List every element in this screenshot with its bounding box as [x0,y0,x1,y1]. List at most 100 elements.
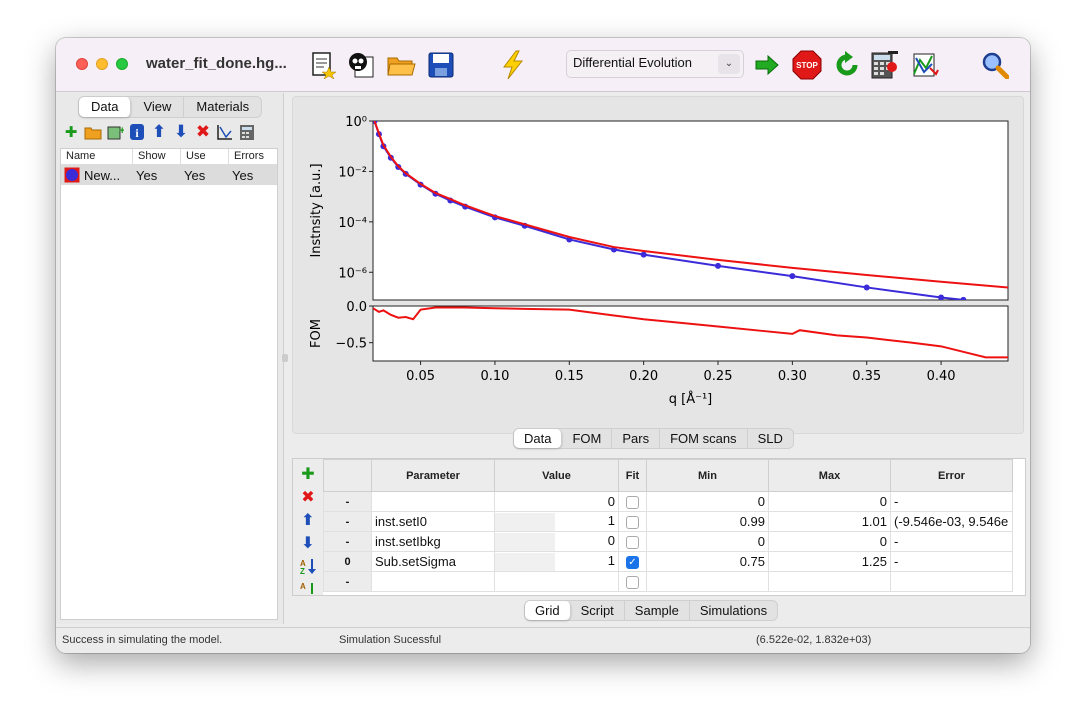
lightning-icon[interactable] [498,50,528,80]
info-icon[interactable]: i [128,123,146,141]
list-item[interactable]: New... Yes Yes Yes [61,165,277,185]
fit-checkbox[interactable]: ✓ [626,556,639,570]
value-cell[interactable]: 0 [494,531,619,552]
fit-checkbox[interactable] [626,516,639,530]
min-cell[interactable]: 0 [646,531,769,552]
row-header[interactable]: - [323,571,372,592]
col-error[interactable]: Error [890,459,1013,492]
dataset-show[interactable]: Yes [133,168,181,183]
table-row[interactable]: - [323,571,1013,592]
sort-up-icon[interactable]: A [299,579,317,597]
add-icon[interactable]: ✚ [62,123,80,141]
tab-plot-fom[interactable]: FOM [562,429,613,448]
param-name-cell[interactable]: Sub.setSigma [371,551,495,572]
table-row[interactable]: - inst.setI0 1 0.99 1.01 (-9.546e-03, 9.546e [323,511,1013,532]
tab-view[interactable]: View [131,97,185,117]
dataset-use[interactable]: Yes [181,168,229,183]
table-row[interactable]: - inst.setIbkg 0 0 0- [323,531,1013,552]
max-cell[interactable]: 0 [768,531,891,552]
stop-icon[interactable]: STOP [792,50,822,80]
go-arrow-icon[interactable] [752,50,782,80]
x-tick-label: 0.05 [406,369,435,384]
sort-down-icon[interactable]: AZ [299,557,317,575]
value-cell[interactable] [494,571,619,592]
reflectivity-plot[interactable]: 0.05 0.10 0.15 0.20 0.25 0.30 0.35 0.40 q [Å⁻¹] 1… [293,97,1023,433]
row-header[interactable]: - [323,491,372,512]
x-tick-label: 0.25 [704,369,733,384]
param-name-cell[interactable]: inst.setI0 [371,511,495,532]
splitter-handle[interactable] [282,354,288,362]
fit-cell [618,531,647,552]
max-cell[interactable]: 0 [768,491,891,512]
row-down-icon[interactable]: ⬇ [299,534,317,552]
delete-icon[interactable]: ✖ [194,122,212,141]
tab-materials[interactable]: Materials [184,97,261,117]
value-cell[interactable]: 1 [494,551,619,572]
open-folder-icon[interactable] [386,50,416,80]
max-cell[interactable] [768,571,891,592]
col-value[interactable]: Value [494,459,619,492]
table-row[interactable]: 0 Sub.setSigma 1 ✓ 0.75 1.25- [323,551,1013,572]
plot-icon[interactable] [910,50,940,80]
skull-icon[interactable] [346,50,376,80]
tab-sample[interactable]: Sample [625,601,690,620]
col-errors[interactable]: Errors [229,149,277,164]
tab-grid[interactable]: Grid [525,601,571,620]
row-header[interactable]: - [323,511,372,532]
calculator-icon[interactable] [870,50,900,80]
fit-checkbox[interactable] [626,576,639,590]
save-icon[interactable] [426,50,456,80]
param-name-cell[interactable]: inst.setIbkg [371,531,495,552]
tab-plot-data[interactable]: Data [514,429,563,448]
maximize-window-button[interactable] [116,58,128,70]
new-file-icon[interactable] [308,50,338,80]
minimize-window-button[interactable] [96,58,108,70]
fom-y-tick-label: 0.0 [346,300,367,315]
magnifier-icon[interactable] [980,50,1010,80]
tab-data[interactable]: Data [79,97,132,117]
tab-script[interactable]: Script [571,601,625,620]
tab-plot-fom-scans[interactable]: FOM scans [660,429,748,448]
value-cell[interactable]: 1 [494,511,619,532]
col-max[interactable]: Max [768,459,891,492]
col-use[interactable]: Use [181,149,229,164]
value-slider[interactable] [495,552,555,571]
table-row[interactable]: -000- [323,491,1013,512]
value-slider[interactable] [495,512,555,531]
min-cell[interactable]: 0.75 [646,551,769,572]
param-name-cell[interactable] [371,571,495,592]
add-data-icon[interactable]: + [106,123,124,141]
tab-simulations[interactable]: Simulations [690,601,777,620]
fit-checkbox[interactable] [626,536,639,550]
col-name[interactable]: Name [61,149,133,164]
col-show[interactable]: Show [133,149,181,164]
move-up-icon[interactable]: ⬆ [150,122,168,141]
close-window-button[interactable] [76,58,88,70]
add-row-icon[interactable]: ✚ [299,465,317,483]
tab-plot-sld[interactable]: SLD [748,429,793,448]
import-folder-icon[interactable] [84,123,102,141]
tab-plot-pars[interactable]: Pars [612,429,661,448]
max-cell[interactable]: 1.25 [768,551,891,572]
algorithm-select[interactable]: Differential Evolution ⌄ [566,50,744,78]
col-parameter[interactable]: Parameter [371,459,495,492]
min-cell[interactable]: 0.99 [646,511,769,532]
value-cell[interactable]: 0 [494,491,619,512]
move-down-icon[interactable]: ⬇ [172,122,190,141]
row-header[interactable]: - [323,531,372,552]
col-fit[interactable]: Fit [618,459,647,492]
fit-checkbox[interactable] [626,496,639,510]
calc-icon[interactable] [238,123,256,141]
row-up-icon[interactable]: ⬆ [299,511,317,529]
col-min[interactable]: Min [646,459,769,492]
refresh-icon[interactable] [832,50,862,80]
plot-settings-icon[interactable] [216,123,234,141]
row-header[interactable]: 0 [323,551,372,572]
delete-row-icon[interactable]: ✖ [299,488,317,506]
value-slider[interactable] [495,532,555,551]
param-name-cell[interactable] [371,491,495,512]
min-cell[interactable] [646,571,769,592]
min-cell[interactable]: 0 [646,491,769,512]
max-cell[interactable]: 1.01 [768,511,891,532]
dataset-errors[interactable]: Yes [229,168,277,183]
